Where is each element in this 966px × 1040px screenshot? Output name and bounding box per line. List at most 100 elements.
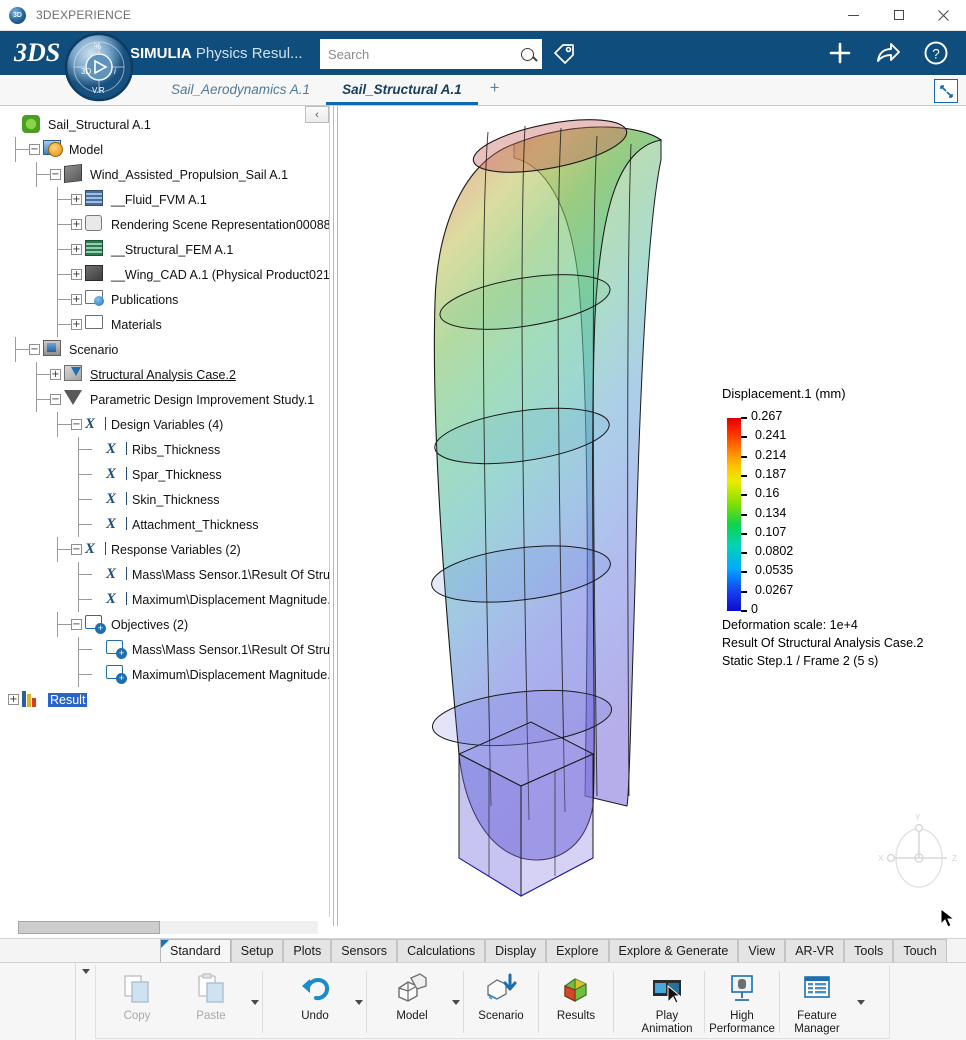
tree-node-label: Response Variables (2) xyxy=(111,543,241,557)
tree-node[interactable]: +Publications xyxy=(0,287,330,312)
tree-node-expander[interactable]: − xyxy=(50,169,61,180)
ribbon-tab-explore-generate[interactable]: Explore & Generate xyxy=(609,939,739,962)
copy-button[interactable]: Copy xyxy=(100,966,174,1038)
tree-node-label: Maximum\Displacement Magnitude.1\Result … xyxy=(132,593,330,607)
add-tab-button[interactable]: + xyxy=(478,75,512,105)
tree-node[interactable]: + Result xyxy=(0,687,330,712)
ribbon-tab-touch[interactable]: Touch xyxy=(893,939,946,962)
search-box[interactable] xyxy=(320,39,542,69)
step-frame-text: Static Step.1 / Frame 2 (5 s) xyxy=(722,652,952,670)
tree-node-expander[interactable]: + xyxy=(71,319,82,330)
add-icon[interactable] xyxy=(816,31,864,75)
undo-dropdown-caret[interactable] xyxy=(352,966,366,1038)
maximize-button[interactable] xyxy=(876,0,921,31)
collapse-panel-button[interactable] xyxy=(934,79,958,103)
scenario-button[interactable]: Scenario xyxy=(464,966,538,1038)
tree-node[interactable]: −Objectives (2) xyxy=(0,612,330,637)
tree-node[interactable]: XMass\Mass Sensor.1\Result Of Structural… xyxy=(0,562,330,587)
ribbon-tab-setup[interactable]: Setup xyxy=(231,939,284,962)
tree-node[interactable]: −XDesign Variables (4) xyxy=(0,412,330,437)
tree-node-expander[interactable]: − xyxy=(71,544,82,555)
ribbon-expand-button[interactable] xyxy=(75,963,95,1040)
triad-z-label: Z xyxy=(952,854,957,863)
ribbon-tab-plots[interactable]: Plots xyxy=(283,939,331,962)
model-dropdown-caret[interactable] xyxy=(449,966,463,1038)
tree-node[interactable]: XSpar_Thickness xyxy=(0,462,330,487)
tree-node-expander[interactable]: + xyxy=(71,294,82,305)
ribbon-tab-explore[interactable]: Explore xyxy=(546,939,608,962)
search-icon[interactable] xyxy=(521,48,534,61)
tree-node[interactable]: +Rendering Scene Representation00088023 … xyxy=(0,212,330,237)
tree-node-icon: X xyxy=(85,540,106,559)
ribbon-tab-tools[interactable]: Tools xyxy=(844,939,893,962)
3d-viewport[interactable]: Displacement.1 (mm) 0.2670.2410.2140.187… xyxy=(339,106,966,917)
tree-node-expander[interactable]: + xyxy=(71,219,82,230)
tree-node-expander[interactable]: + xyxy=(50,369,61,380)
tree-node[interactable]: +Materials xyxy=(0,312,330,337)
ribbon-separator xyxy=(366,971,367,1033)
tree-scrollbar-thumb[interactable] xyxy=(18,921,160,934)
ribbon-tab-sensors[interactable]: Sensors xyxy=(331,939,397,962)
feature-manager-button[interactable]: FeatureManager xyxy=(780,966,854,1038)
tree-node-expander[interactable]: + xyxy=(71,194,82,205)
feature-manager-dropdown-caret[interactable] xyxy=(854,966,868,1038)
tree-node[interactable]: XSkin_Thickness xyxy=(0,487,330,512)
feature-manager-label: FeatureManager xyxy=(794,1010,839,1036)
tree-node[interactable]: +__Wing_CAD A.1 (Physical Product0219031… xyxy=(0,262,330,287)
tree-node[interactable]: +__Structural_FEM A.1 xyxy=(0,237,330,262)
app-title: SIMULIA Physics Resul... xyxy=(130,45,303,62)
ribbon-tab-calculations[interactable]: Calculations xyxy=(397,939,485,962)
tree-node[interactable]: −Parametric Design Improvement Study.1 xyxy=(0,387,330,412)
results-button[interactable]: Results xyxy=(539,966,613,1038)
tree-node-expander[interactable]: + xyxy=(71,269,82,280)
tree-node[interactable]: −X Response Variables (2) xyxy=(0,537,330,562)
tree-node[interactable]: XMaximum\Displacement Magnitude.1\Result… xyxy=(0,587,330,612)
tree-node[interactable]: Maximum\Displacement Magnitude.1\Result … xyxy=(0,662,330,687)
legend-footer: Deformation scale: 1e+4 Result Of Struct… xyxy=(722,616,952,670)
tree-node-expander[interactable]: + xyxy=(8,694,19,705)
high-performance-button[interactable]: HighPerformance ... xyxy=(705,966,779,1038)
tree-node-expander[interactable]: + xyxy=(71,244,82,255)
tree-node-icon xyxy=(85,265,106,284)
help-icon[interactable]: ? xyxy=(912,31,960,75)
tree-node[interactable]: XAttachment_Thickness xyxy=(0,512,330,537)
undo-button[interactable]: Undo xyxy=(278,966,352,1038)
search-input[interactable] xyxy=(328,47,521,62)
tree-node-label: Structural Analysis Case.2 xyxy=(90,368,236,382)
tree-node[interactable]: + Structural Analysis Case.2 xyxy=(0,362,330,387)
legend-tick xyxy=(741,571,747,573)
tree-node-expander[interactable]: − xyxy=(50,394,61,405)
tree-node[interactable]: −Scenario xyxy=(0,337,330,362)
minimize-button[interactable] xyxy=(831,0,876,31)
play-animation-button[interactable]: PlayAnimation xyxy=(630,966,704,1038)
undo-label: Undo xyxy=(301,1010,329,1023)
paste-dropdown-caret[interactable] xyxy=(248,966,262,1038)
tree-node[interactable]: Mass\Mass Sensor.1\Result Of Structural … xyxy=(0,637,330,662)
tab-sail-aerodynamics[interactable]: Sail_Aerodynamics A.1 xyxy=(155,75,326,105)
share-arrow-icon[interactable] xyxy=(864,31,912,75)
tree-node-label: Result xyxy=(48,693,87,707)
ribbon-tab-ar-vr[interactable]: AR-VR xyxy=(785,939,844,962)
model-button[interactable]: Model xyxy=(375,966,449,1038)
tab-sail-structural[interactable]: Sail_Structural A.1 xyxy=(326,75,478,105)
ribbon-tab-display[interactable]: Display xyxy=(485,939,546,962)
tree-node-expander[interactable]: − xyxy=(29,344,40,355)
ribbon-tab-standard[interactable]: Standard xyxy=(160,939,231,962)
tree-node-expander[interactable]: − xyxy=(71,619,82,630)
tree-node[interactable]: −Model xyxy=(0,137,330,162)
tree-node[interactable]: XRibs_Thickness xyxy=(0,437,330,462)
tree-node[interactable]: Sail_Structural A.1 xyxy=(0,112,330,137)
tree-node-icon xyxy=(85,190,106,209)
ribbon-tab-view[interactable]: View xyxy=(738,939,785,962)
compass-widget[interactable]: 3D i V.R % xyxy=(63,31,135,103)
tree-horizontal-scrollbar[interactable] xyxy=(18,921,318,934)
tag-icon[interactable] xyxy=(551,41,577,67)
tree-node-expander[interactable]: − xyxy=(29,144,40,155)
close-button[interactable] xyxy=(921,0,966,31)
dassault-systemes-logo-icon[interactable]: 3DS xyxy=(14,38,58,68)
tree-node[interactable]: −Wind_Assisted_Propulsion_Sail A.1 xyxy=(0,162,330,187)
axis-triad-widget[interactable]: Y X Z xyxy=(874,806,964,896)
paste-button[interactable]: Paste xyxy=(174,966,248,1038)
tree-node[interactable]: +__Fluid_FVM A.1 xyxy=(0,187,330,212)
tree-node-expander[interactable]: − xyxy=(71,419,82,430)
